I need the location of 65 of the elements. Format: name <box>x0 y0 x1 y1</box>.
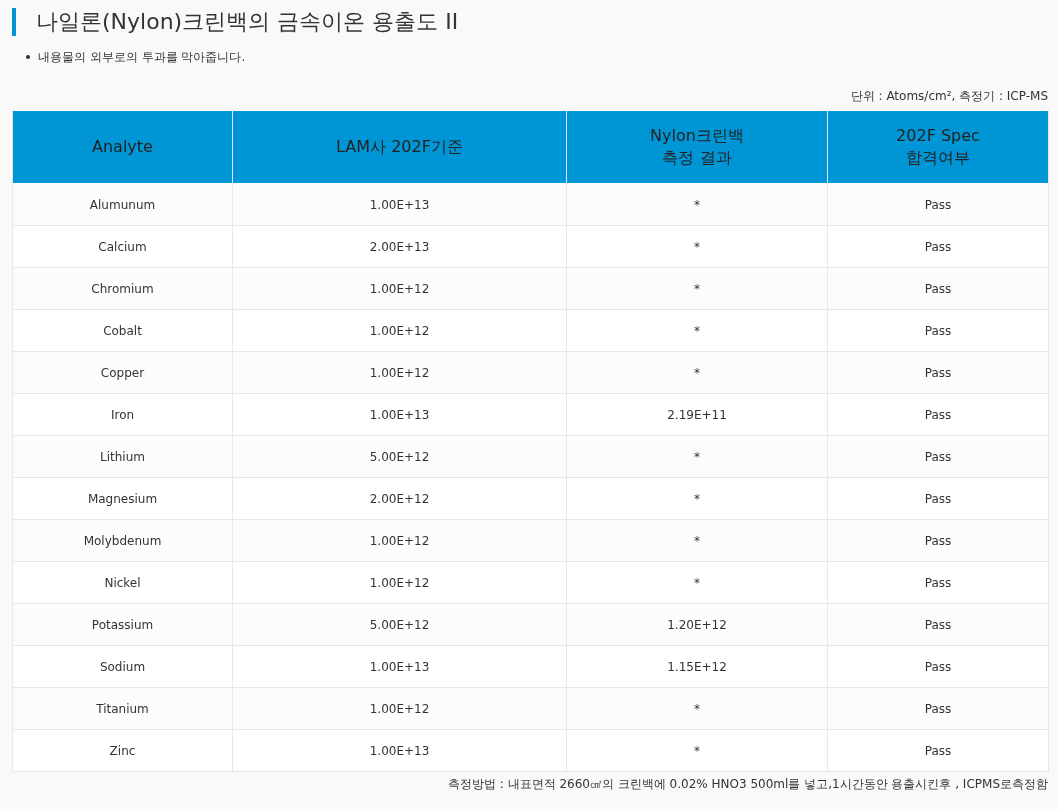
table-cell: Pass <box>827 519 1049 562</box>
table-cell: 2.19E+11 <box>566 393 828 436</box>
table-cell: * <box>566 183 828 226</box>
table-cell: * <box>566 687 828 730</box>
table-cell: 1.00E+13 <box>232 645 567 688</box>
table-cell: * <box>566 351 828 394</box>
table-cell: * <box>566 729 828 772</box>
table-cell: * <box>566 225 828 268</box>
table-cell: Calcium <box>12 225 233 268</box>
table-cell: Sodium <box>12 645 233 688</box>
page-title: 나일론(Nylon)크린백의 금속이온 용출도 II <box>12 8 1048 36</box>
table-cell: 1.00E+13 <box>232 183 567 226</box>
column-header: LAM사 202F기준 <box>232 110 567 184</box>
table-cell: Alumunum <box>12 183 233 226</box>
bullet-text: 내용물의 외부로의 투과를 막아줍니다. <box>38 49 246 66</box>
bullet-icon <box>26 55 30 59</box>
table-cell: Pass <box>827 393 1049 436</box>
table-cell: 1.00E+12 <box>232 519 567 562</box>
table-cell: * <box>566 477 828 520</box>
table-cell: * <box>566 435 828 478</box>
table-cell: Cobalt <box>12 309 233 352</box>
table-cell: 5.00E+12 <box>232 603 567 646</box>
table-cell: Pass <box>827 477 1049 520</box>
table-cell: * <box>566 519 828 562</box>
table-cell: Pass <box>827 183 1049 226</box>
table-cell: Pass <box>827 561 1049 604</box>
table-cell: 1.00E+12 <box>232 267 567 310</box>
table-cell: Zinc <box>12 729 233 772</box>
unit-note: 단위 : Atoms/cm², 측정기 : ICP-MS <box>849 88 1048 105</box>
table-cell: Lithium <box>12 435 233 478</box>
column-header: Nylon크린백 측정 결과 <box>566 110 828 184</box>
table-cell: Pass <box>827 603 1049 646</box>
column-header: 202F Spec 합격여부 <box>827 110 1049 184</box>
table-cell: Pass <box>827 351 1049 394</box>
table-cell: Magnesium <box>12 477 233 520</box>
table-cell: 2.00E+13 <box>232 225 567 268</box>
table-cell: Pass <box>827 687 1049 730</box>
table-cell: Pass <box>827 729 1049 772</box>
table-cell: Pass <box>827 267 1049 310</box>
table-cell: Chromium <box>12 267 233 310</box>
table-cell: * <box>566 309 828 352</box>
table-cell: Iron <box>12 393 233 436</box>
table-cell: Pass <box>827 225 1049 268</box>
table-cell: Titanium <box>12 687 233 730</box>
table-cell: 1.00E+12 <box>232 687 567 730</box>
table-cell: Molybdenum <box>12 519 233 562</box>
table-cell: 1.00E+12 <box>232 309 567 352</box>
table-cell: 1.00E+12 <box>232 561 567 604</box>
column-header: Analyte <box>12 110 233 184</box>
table-cell: 1.00E+12 <box>232 351 567 394</box>
table-cell: Pass <box>827 645 1049 688</box>
footnote: 측정방법 : 내표면적 2660㎠의 크린백에 0.02% HNO3 500ml를 넣고,1시간동안 용출시킨후 , ICPMS로측정함 <box>446 776 1048 793</box>
table-cell: Pass <box>827 435 1049 478</box>
table-cell: Copper <box>12 351 233 394</box>
table-cell: Pass <box>827 309 1049 352</box>
table-cell: 1.00E+13 <box>232 393 567 436</box>
table-cell: * <box>566 267 828 310</box>
table-cell: Potassium <box>12 603 233 646</box>
table-cell: 1.15E+12 <box>566 645 828 688</box>
table-cell: Nickel <box>12 561 233 604</box>
table-cell: 1.00E+13 <box>232 729 567 772</box>
table-cell: 1.20E+12 <box>566 603 828 646</box>
table-cell: * <box>566 561 828 604</box>
table-cell: 2.00E+12 <box>232 477 567 520</box>
table-cell: 5.00E+12 <box>232 435 567 478</box>
